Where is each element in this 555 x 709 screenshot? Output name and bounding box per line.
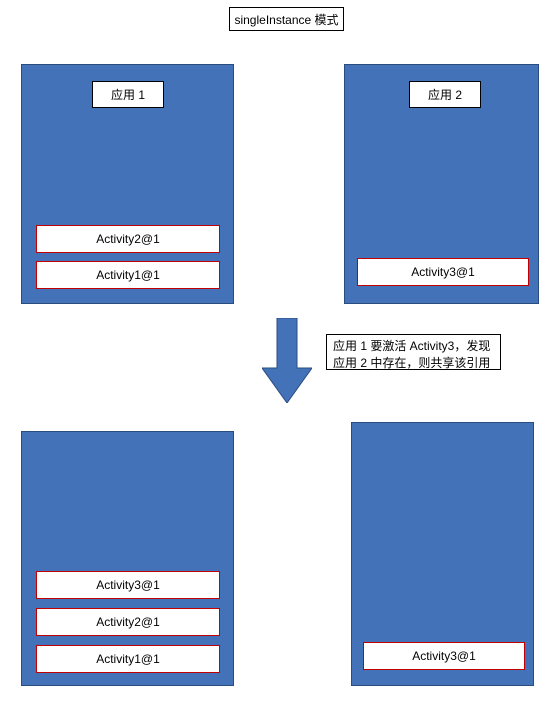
transition-note-text: 应用 1 要激活 Activity3，发现应用 2 中存在，则共享该引用 — [333, 339, 490, 370]
activity-box: Activity2@1 — [36, 225, 220, 253]
transition-note: 应用 1 要激活 Activity3，发现应用 2 中存在，则共享该引用 — [326, 334, 501, 370]
activity-text: Activity2@1 — [96, 615, 160, 629]
diagram-title-text: singleInstance 模式 — [234, 11, 338, 28]
activity-text: Activity3@1 — [96, 578, 160, 592]
task-stack-app1-before: 应用 1 Activity2@1 Activity1@1 — [21, 64, 234, 304]
task-stack-app2-before: 应用 2 Activity3@1 — [344, 64, 539, 304]
activity-box: Activity1@1 — [36, 261, 220, 289]
activity-box: Activity3@1 — [357, 258, 529, 286]
activity-text: Activity1@1 — [96, 652, 160, 666]
task-stack-app2-after: Activity3@1 — [351, 422, 534, 686]
activity-text: Activity1@1 — [96, 268, 160, 282]
stack-label-app2: 应用 2 — [409, 81, 481, 108]
stack-label-app2-text: 应用 2 — [428, 86, 462, 103]
activity-text: Activity2@1 — [96, 232, 160, 246]
stack-label-app1: 应用 1 — [92, 81, 164, 108]
diagram-title: singleInstance 模式 — [229, 7, 344, 31]
task-stack-app1-after: Activity3@1 Activity2@1 Activity1@1 — [21, 431, 234, 686]
activity-text: Activity3@1 — [411, 265, 475, 279]
activity-text: Activity3@1 — [412, 649, 476, 663]
stack-label-app1-text: 应用 1 — [111, 86, 145, 103]
activity-box: Activity2@1 — [36, 608, 220, 636]
activity-box: Activity1@1 — [36, 645, 220, 673]
down-arrow-icon — [262, 318, 312, 403]
activity-box: Activity3@1 — [363, 642, 525, 670]
activity-box: Activity3@1 — [36, 571, 220, 599]
